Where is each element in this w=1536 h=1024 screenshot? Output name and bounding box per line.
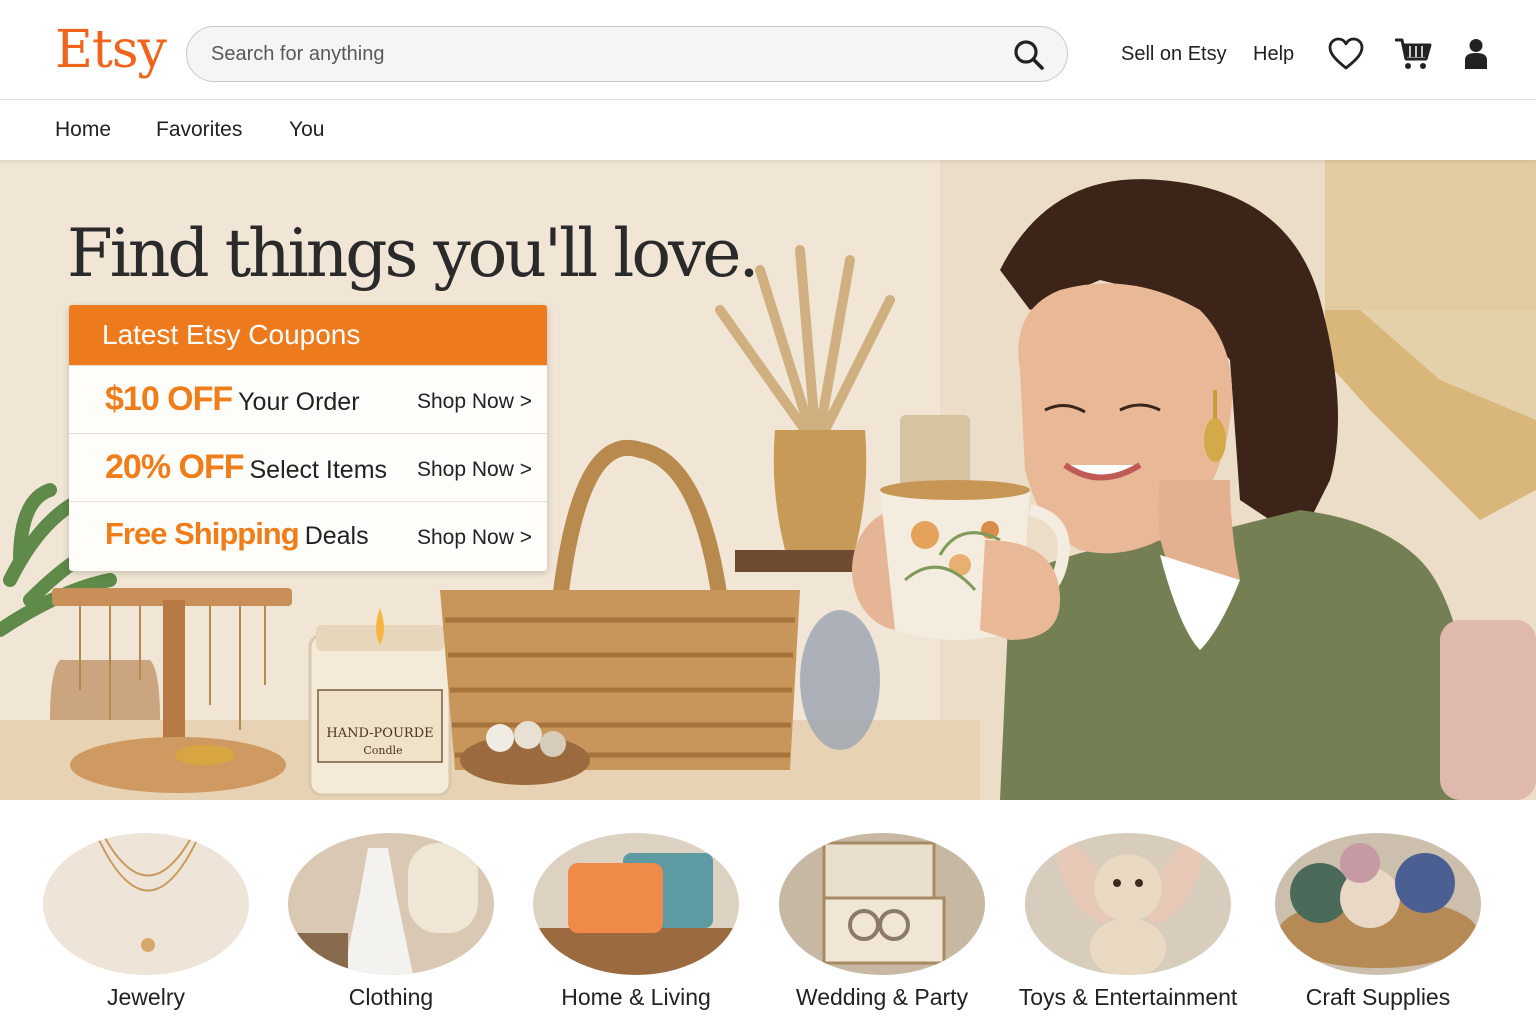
search-bar[interactable] [186, 26, 1068, 82]
category-image [1275, 833, 1481, 975]
cart-button[interactable] [1394, 34, 1434, 74]
search-icon [1014, 40, 1044, 70]
help-link[interactable]: Help [1253, 43, 1294, 66]
category-label: Clothing [348, 984, 434, 1010]
coupon-text: Deals [304, 522, 369, 550]
search-input[interactable] [211, 27, 991, 81]
coupons-title: Latest Etsy Coupons [69, 305, 547, 365]
shop-now-link[interactable]: Shop Now > [417, 526, 532, 550]
hero-title: Find things you'll love. [67, 215, 759, 292]
site-header: Etsy Sell on Etsy Help [0, 0, 1536, 100]
category-clothing[interactable]: Clothing [286, 833, 496, 1023]
category-label: Toys & Entertainment [1018, 984, 1238, 1010]
coupons-card: Latest Etsy Coupons $10 OFF Your Order Sh… [69, 305, 547, 571]
coupon-row[interactable]: 20% OFF Select Items Shop Now > [69, 433, 547, 501]
search-button[interactable] [1011, 37, 1047, 73]
account-button[interactable] [1456, 34, 1496, 74]
heart-icon [1328, 37, 1364, 70]
etsy-logo[interactable]: Etsy [55, 20, 167, 80]
category-label: Home & Living [561, 984, 711, 1010]
favorites-button[interactable] [1326, 34, 1366, 74]
hero-banner: HAND-POURDE Condle Find things you'll lo… [0, 160, 1536, 800]
primary-nav: Home Favorites You [0, 100, 1536, 160]
coupon-row[interactable]: $10 OFF Your Order Shop Now > [69, 365, 547, 433]
cart-icon [1395, 38, 1432, 69]
category-image [43, 833, 249, 975]
coupon-highlight: 20% OFF Select Items [105, 448, 388, 486]
shop-now-link[interactable]: Shop Now > [417, 390, 532, 414]
shop-now-link[interactable]: Shop Now > [417, 458, 532, 482]
coupon-highlight: $10 OFF Your Order [105, 380, 360, 418]
category-home-living[interactable]: Home & Living [531, 833, 741, 1023]
category-image [1025, 833, 1231, 975]
category-label: Craft Supplies [1305, 984, 1451, 1010]
category-image [533, 833, 739, 975]
category-craft-supplies[interactable]: Craft Supplies [1273, 833, 1483, 1023]
coupon-text: Select Items [249, 456, 388, 484]
coupon-text: Your Order [238, 388, 360, 416]
user-icon [1465, 39, 1487, 69]
candle: HAND-POURDE Condle [308, 608, 452, 797]
nav-you[interactable]: You [289, 118, 324, 142]
category-label: Wedding & Party [795, 984, 969, 1010]
nav-favorites[interactable]: Favorites [156, 118, 242, 142]
coupon-highlight: Free Shipping Deals [105, 516, 369, 551]
category-jewelry[interactable]: Jewelry [41, 833, 251, 1023]
category-image [288, 833, 494, 975]
sell-on-etsy-link[interactable]: Sell on Etsy [1121, 43, 1227, 66]
candle-label-line1: HAND-POURDE [326, 726, 433, 741]
category-label: Jewelry [107, 984, 185, 1010]
candle-label-line2: Condle [363, 744, 402, 757]
category-image [779, 833, 985, 975]
coupon-row[interactable]: Free Shipping Deals Shop Now > [69, 501, 547, 569]
nav-home[interactable]: Home [55, 118, 111, 142]
category-wedding-party[interactable]: Wedding & Party [777, 833, 987, 1023]
category-toys-entertainment[interactable]: Toys & Entertainment [1019, 833, 1237, 1023]
